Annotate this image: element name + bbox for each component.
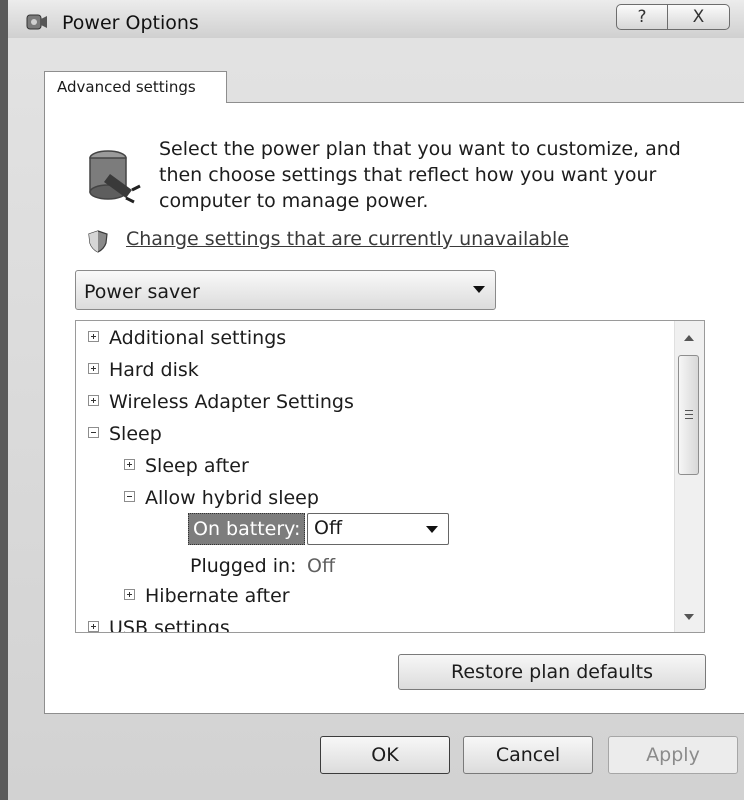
grip-line bbox=[685, 414, 693, 415]
intro-text: Select the power plan that you want to c… bbox=[159, 138, 681, 212]
scroll-up-icon[interactable] bbox=[684, 335, 694, 341]
tree-item-wireless-adapter[interactable]: Wireless Adapter Settings bbox=[88, 391, 354, 413]
expand-icon[interactable] bbox=[88, 363, 99, 374]
tree-item-label: Sleep after bbox=[145, 455, 249, 477]
expand-icon[interactable] bbox=[124, 459, 135, 470]
expand-icon[interactable] bbox=[88, 621, 99, 632]
chevron-down-icon bbox=[426, 526, 438, 533]
chevron-down-icon bbox=[473, 286, 485, 293]
title-bar[interactable]: Power Options ? X bbox=[8, 0, 744, 38]
tree-scrollbar[interactable] bbox=[674, 321, 704, 632]
plugged-in-label: Plugged in: bbox=[190, 555, 297, 577]
tree-item-label: Sleep bbox=[109, 423, 162, 445]
grip-line bbox=[685, 410, 693, 411]
power-options-window: Power Options ? X Advanced settings Sele… bbox=[0, 0, 744, 800]
power-plan-dropdown[interactable]: Power saver bbox=[75, 270, 496, 310]
on-battery-value: Off bbox=[314, 517, 343, 539]
collapse-icon[interactable] bbox=[124, 491, 135, 502]
tree-item-label: Allow hybrid sleep bbox=[145, 487, 319, 509]
expand-icon[interactable] bbox=[88, 395, 99, 406]
battery-plug-icon bbox=[89, 150, 141, 204]
settings-tree[interactable]: Additional settings Hard disk Wireless A… bbox=[75, 320, 705, 633]
tree-item-hibernate-after[interactable]: Hibernate after bbox=[124, 585, 290, 607]
cancel-button[interactable]: Cancel bbox=[463, 736, 593, 774]
expand-icon[interactable] bbox=[88, 331, 99, 342]
plugged-in-value[interactable]: Off bbox=[307, 555, 335, 577]
power-options-icon bbox=[26, 14, 47, 30]
grip-line bbox=[685, 418, 693, 419]
apply-button[interactable]: Apply bbox=[608, 736, 738, 774]
tree-item-additional-settings[interactable]: Additional settings bbox=[88, 327, 286, 349]
tree-item-usb-settings[interactable]: USB settings bbox=[88, 617, 230, 633]
tree-item-allow-hybrid-sleep[interactable]: Allow hybrid sleep bbox=[124, 487, 319, 509]
power-plan-value: Power saver bbox=[84, 281, 200, 303]
tree-item-label: Additional settings bbox=[109, 327, 287, 349]
scroll-thumb[interactable] bbox=[678, 355, 699, 475]
tree-item-sleep[interactable]: Sleep bbox=[88, 423, 162, 445]
tab-advanced-settings[interactable]: Advanced settings bbox=[44, 71, 227, 103]
window-title: Power Options bbox=[62, 12, 199, 34]
tree-item-sleep-after[interactable]: Sleep after bbox=[124, 455, 249, 477]
on-battery-dropdown[interactable]: Off bbox=[307, 513, 449, 545]
tree-item-label: USB settings bbox=[109, 617, 230, 633]
ok-button[interactable]: OK bbox=[320, 736, 450, 774]
change-settings-link[interactable]: Change settings that are currently unava… bbox=[126, 228, 569, 250]
shield-icon bbox=[88, 230, 108, 253]
expand-icon[interactable] bbox=[124, 589, 135, 600]
scroll-down-icon[interactable] bbox=[684, 614, 694, 620]
tree-item-label: Hard disk bbox=[109, 359, 199, 381]
help-button[interactable]: ? bbox=[616, 4, 668, 30]
tree-item-label: Hibernate after bbox=[145, 585, 290, 607]
restore-plan-defaults-button[interactable]: Restore plan defaults bbox=[398, 654, 706, 690]
tree-item-label: Wireless Adapter Settings bbox=[109, 391, 354, 413]
collapse-icon[interactable] bbox=[88, 427, 99, 438]
close-button[interactable]: X bbox=[668, 4, 730, 30]
tree-item-hard-disk[interactable]: Hard disk bbox=[88, 359, 199, 381]
window-controls: ? X bbox=[616, 4, 730, 30]
on-battery-label: On battery: bbox=[188, 513, 306, 545]
